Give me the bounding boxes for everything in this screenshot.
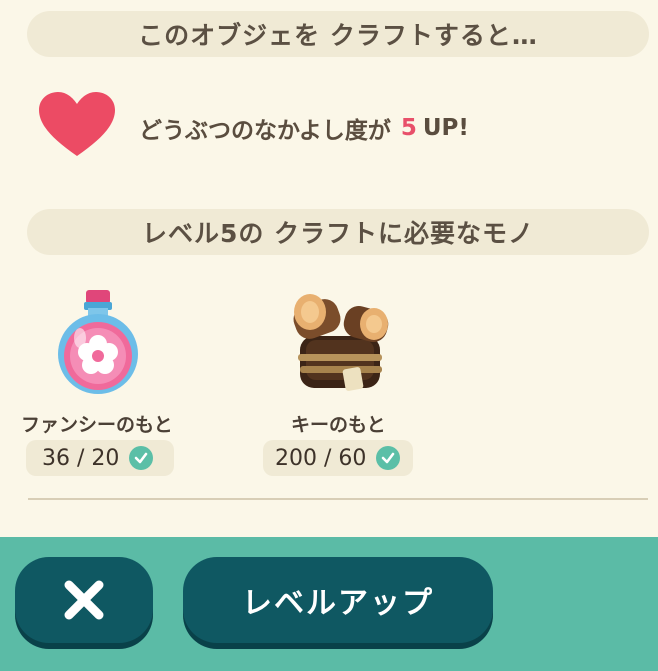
bonus-prefix: どうぶつのなかよし度が (139, 118, 391, 144)
check-icon (376, 446, 401, 470)
bonus-amount: 5 (400, 115, 417, 141)
required-materials-header-text: レベル5の クラフトに必要なモノ (141, 219, 535, 248)
required-materials-header: レベル5の クラフトに必要なモノ (27, 209, 649, 255)
material-name-key: キーのもと (291, 414, 386, 436)
heart-icon (39, 92, 115, 156)
level-up-button[interactable]: レベルアップ (183, 557, 493, 643)
wood-logs-icon (293, 294, 389, 391)
close-icon (64, 580, 104, 620)
material-count-fancy-text: 36 / 20 (42, 445, 120, 471)
material-count-key: 200 / 60 (263, 440, 413, 476)
material-count-fancy: 36 / 20 (26, 440, 174, 476)
material-count-key-text: 200 / 60 (275, 445, 367, 471)
level-up-label: レベルアップ (242, 586, 434, 621)
friendship-bonus-text: どうぶつのなかよし度が 5 UP! (139, 108, 469, 148)
bonus-suffix: UP! (422, 115, 469, 141)
craft-effect-header-text: このオブジェを クラフトすると… (138, 21, 538, 50)
craft-effect-header: このオブジェを クラフトすると… (27, 11, 649, 57)
divider (28, 498, 648, 500)
material-name-fancy: ファンシーのもと (21, 414, 173, 436)
close-button[interactable] (15, 557, 153, 643)
potion-icon (58, 290, 138, 394)
check-icon (129, 446, 154, 470)
